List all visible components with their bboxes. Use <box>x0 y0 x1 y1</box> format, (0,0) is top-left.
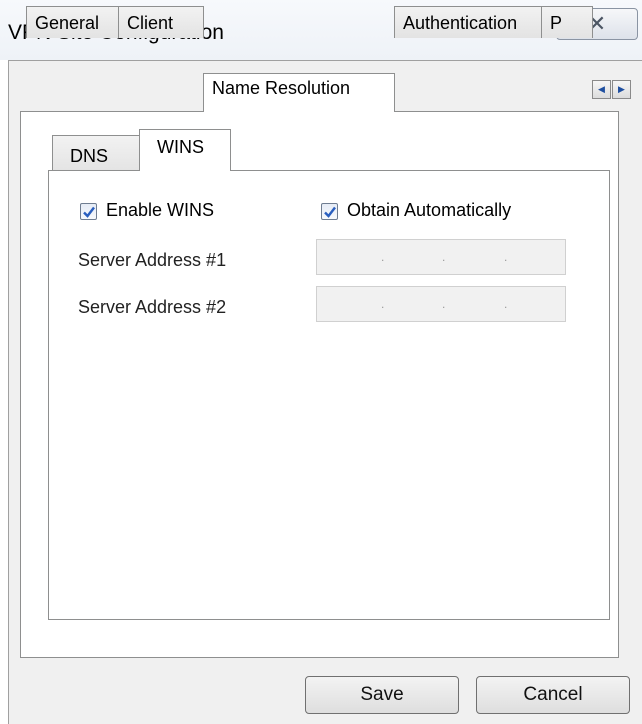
server-address-1-label: Server Address #1 <box>78 250 227 270</box>
cancel-button-label: Cancel <box>523 684 583 705</box>
wins-panel <box>48 170 610 620</box>
tab-wins[interactable]: WINS <box>139 129 231 171</box>
tab-scroll-arrows: ◀ ▶ <box>592 80 632 99</box>
tab-dns[interactable]: DNS <box>52 135 140 171</box>
obtain-automatically-checkbox[interactable] <box>321 203 338 220</box>
ip-separator: . <box>442 297 446 311</box>
obtain-automatically-label: Obtain Automatically <box>347 200 512 220</box>
ip-separator: . <box>504 250 508 264</box>
save-button[interactable]: Save <box>305 676 459 714</box>
ip-separator: . <box>442 250 446 264</box>
server-address-2-input[interactable]: . . . <box>316 286 566 322</box>
tab-authentication-label: Authentication <box>403 13 518 33</box>
ip-separator: . <box>504 297 508 311</box>
server-address-1-input[interactable]: . . . <box>316 239 566 275</box>
tab-name-resolution-label: Name Resolution <box>212 78 351 98</box>
tab-wins-label: WINS <box>157 137 204 157</box>
checkmark-icon <box>323 206 336 218</box>
tab-client-label: Client <box>127 13 174 33</box>
tab-dns-label: DNS <box>70 146 109 166</box>
enable-wins-checkbox[interactable] <box>80 203 97 220</box>
tab-general[interactable]: General <box>26 6 119 38</box>
enable-wins-label: Enable WINS <box>106 200 215 220</box>
triangle-left-icon: ◀ <box>598 84 605 94</box>
server-address-2-label: Server Address #2 <box>78 297 227 317</box>
cancel-button[interactable]: Cancel <box>476 676 630 714</box>
tab-p[interactable]: P <box>541 6 593 38</box>
ip-separator: . <box>381 297 385 311</box>
save-button-label: Save <box>360 684 404 705</box>
ip-separator: . <box>381 250 385 264</box>
tab-scroll-left-button[interactable]: ◀ <box>592 80 611 99</box>
tab-name-resolution[interactable]: Name Resolution <box>203 73 395 112</box>
checkmark-icon <box>82 206 95 218</box>
tab-p-label: P <box>550 13 563 33</box>
tab-authentication[interactable]: Authentication <box>394 6 542 38</box>
triangle-right-icon: ▶ <box>618 84 625 94</box>
tab-general-label: General <box>35 13 100 33</box>
tab-client[interactable]: Client <box>118 6 204 38</box>
tab-scroll-right-button[interactable]: ▶ <box>612 80 631 99</box>
